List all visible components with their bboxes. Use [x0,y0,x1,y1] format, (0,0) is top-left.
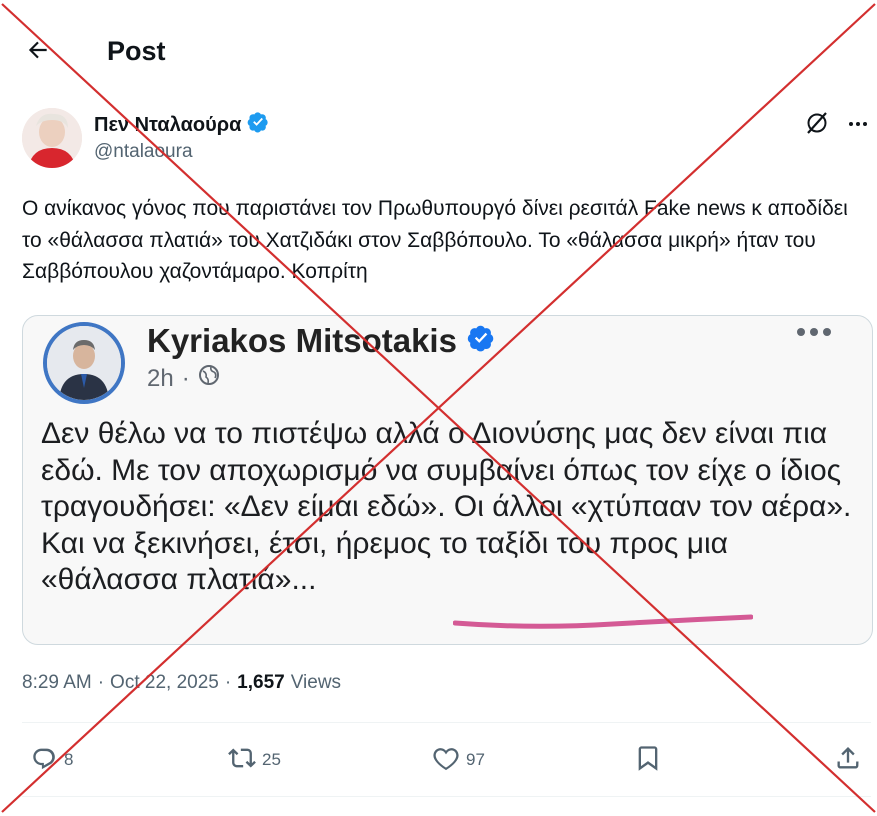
grok-icon[interactable] [804,110,830,136]
repost-button[interactable]: 25 [228,738,281,782]
share-button[interactable] [834,738,862,782]
media-author-name: Kyriakos Mitsotakis [147,322,495,360]
handwritten-underline [453,614,753,629]
separator-dot: · [181,364,190,392]
repost-icon [228,744,256,777]
author-name-text: Πεν Νταλαούρα [94,113,242,136]
action-bar: 8 25 97 [22,738,871,782]
bookmark-icon [634,744,662,777]
post-meta: 8:29 AM · Oct 22, 2025 · 1,657 Views [22,672,341,694]
reply-count: 8 [64,750,74,769]
page-title: Post [107,36,166,66]
share-icon [834,744,862,777]
like-icon [432,744,460,777]
back-arrow-icon[interactable] [22,34,54,66]
reply-icon [30,744,58,777]
post-date[interactable]: Oct 22, 2025 [110,672,219,694]
media-more-icon [797,328,831,336]
author-name[interactable]: Πεν Νταλαούρα [94,111,269,139]
repost-count: 25 [262,750,281,769]
author-handle[interactable]: @ntalaoura [94,141,193,163]
divider [22,796,871,797]
views-label: Views [290,672,342,693]
media-image[interactable]: Kyriakos Mitsotakis 2h · Δεν θέλω να το … [22,315,873,645]
media-verified-badge-icon [467,322,495,360]
globe-icon [198,364,220,393]
header: Post [0,0,877,100]
reply-button[interactable]: 8 [30,738,73,782]
tweet-text: Ο ανίκανος γόνος που παριστάνει τον Πρωθ… [22,197,848,283]
like-count: 97 [466,750,485,769]
divider [22,722,871,723]
separator-dot: · [97,672,105,693]
views-count: 1,657 [237,672,285,693]
media-time: 2h · [147,364,220,393]
media-author-name-text: Kyriakos Mitsotakis [147,322,457,359]
more-icon[interactable] [844,112,872,136]
like-button[interactable]: 97 [432,738,485,782]
media-time-text: 2h [147,364,174,392]
media-body-text: Δεν θέλω να το πιστέψω αλλά ο Διονύσης μ… [41,417,852,596]
verified-badge-icon [247,111,269,139]
post-time[interactable]: 8:29 AM [22,672,92,694]
bookmark-button[interactable] [634,738,662,782]
media-avatar [43,322,125,404]
separator-dot: · [224,672,232,693]
avatar[interactable] [22,108,82,168]
